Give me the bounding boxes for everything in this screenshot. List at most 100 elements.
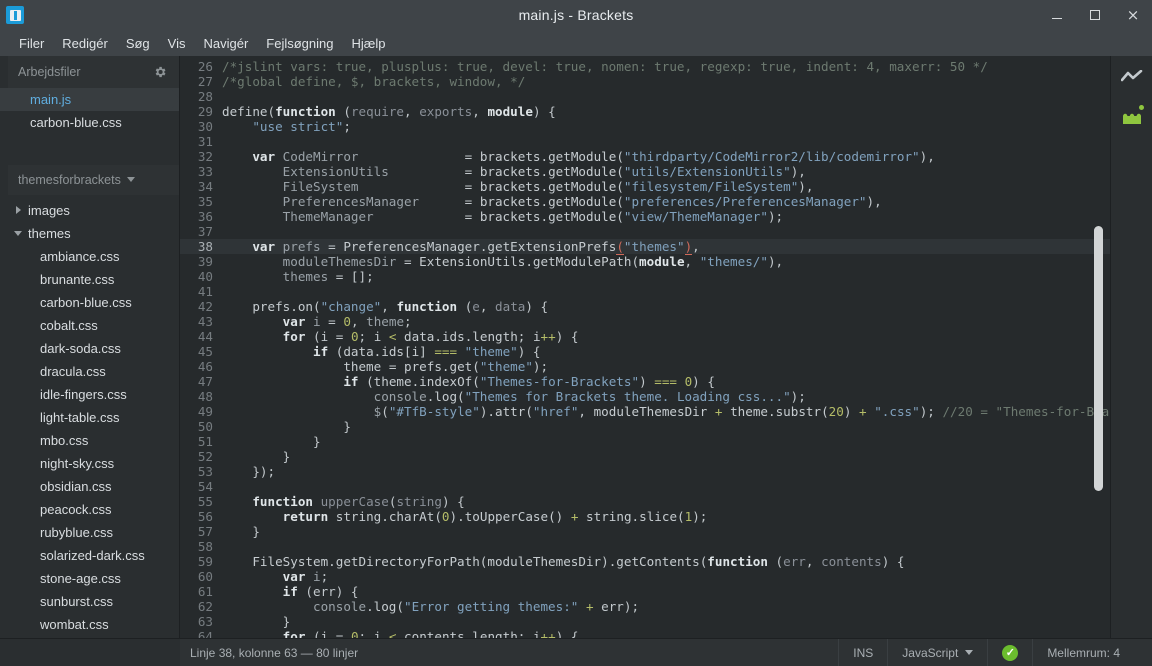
code-line[interactable]: 45 if (data.ids[i] === "theme") { xyxy=(180,344,1110,359)
code-line[interactable]: 39 moduleThemesDir = ExtensionUtils.getM… xyxy=(180,254,1110,269)
tree-file-peacock-css[interactable]: peacock.css xyxy=(0,498,179,521)
code-line[interactable]: 58 xyxy=(180,539,1110,554)
code-line[interactable]: 31 xyxy=(180,134,1110,149)
tree-item-label: ambiance.css xyxy=(40,248,120,264)
code-line[interactable]: 61 if (err) { xyxy=(180,584,1110,599)
code-line[interactable]: 38 var prefs = PreferencesManager.getExt… xyxy=(180,239,1110,255)
lint-status-button[interactable]: ✓ xyxy=(987,639,1032,666)
code-line[interactable]: 35 PreferencesManager = brackets.getModu… xyxy=(180,194,1110,209)
code-line[interactable]: 48 console.log("Themes for Brackets them… xyxy=(180,389,1110,404)
code-line[interactable]: 33 ExtensionUtils = brackets.getModule("… xyxy=(180,164,1110,179)
code-line[interactable]: 42 prefs.on("change", function (e, data)… xyxy=(180,299,1110,314)
tree-file-dark-soda-css[interactable]: dark-soda.css xyxy=(0,337,179,360)
line-number: 57 xyxy=(197,524,213,539)
code-line[interactable]: 53 }); xyxy=(180,464,1110,479)
live-preview-lightning-icon[interactable] xyxy=(1119,64,1145,90)
tree-folder-themes[interactable]: themes xyxy=(0,222,179,245)
overwrite-mode-button[interactable]: INS xyxy=(838,639,887,666)
tree-file-solarized-dark-css[interactable]: solarized-dark.css xyxy=(0,544,179,567)
working-file-carbon-blue-css[interactable]: carbon-blue.css xyxy=(0,111,179,134)
code-line[interactable]: 52 } xyxy=(180,449,1110,464)
code-line[interactable]: 59 FileSystem.getDirectoryForPath(module… xyxy=(180,554,1110,569)
working-files-title: Arbejdsfiler xyxy=(18,65,81,79)
code-line[interactable]: 44 for (i = 0; i < data.ids.length; i++)… xyxy=(180,329,1110,344)
tree-file-obsidian-css[interactable]: obsidian.css xyxy=(0,475,179,498)
menu-item-rediger[interactable]: Redigér xyxy=(53,33,117,54)
menu-item-naviger[interactable]: Navigér xyxy=(194,33,257,54)
project-header[interactable]: themesforbrackets xyxy=(0,164,179,195)
tree-item-label: carbon-blue.css xyxy=(40,294,132,310)
line-number: 46 xyxy=(197,359,213,374)
tree-file-wombat-css[interactable]: wombat.css xyxy=(0,613,179,636)
code-line-text: /*global define, $, brackets, window, */ xyxy=(222,74,526,89)
tree-file-ambiance-css[interactable]: ambiance.css xyxy=(0,245,179,268)
indent-setting-button[interactable]: Mellemrum: 4 xyxy=(1032,639,1134,666)
code-line[interactable]: 50 } xyxy=(180,419,1110,434)
code-line[interactable]: 28 xyxy=(180,89,1110,104)
code-line[interactable]: 26 /*jslint vars: true, plusplus: true, d… xyxy=(180,59,1110,74)
code-line[interactable]: 34 FileSystem = brackets.getModule("file… xyxy=(180,179,1110,194)
tree-file-night-sky-css[interactable]: night-sky.css xyxy=(0,452,179,475)
code-line-text: }); xyxy=(222,464,276,479)
code-line[interactable]: 64 for (i = 0; i < contents.length; i++)… xyxy=(180,629,1110,638)
code-line[interactable]: 37 xyxy=(180,224,1110,239)
code-editor[interactable]: 26 /*jslint vars: true, plusplus: true, d… xyxy=(180,56,1110,638)
code-line[interactable]: 54 xyxy=(180,479,1110,494)
code-line[interactable]: 36 ThemeManager = brackets.getModule("vi… xyxy=(180,209,1110,224)
code-line[interactable]: 29 define(function (require, exports, mod… xyxy=(180,104,1110,119)
line-number: 49 xyxy=(197,404,213,419)
code-line-text: } xyxy=(222,434,321,449)
tree-file-mbo-css[interactable]: mbo.css xyxy=(0,429,179,452)
code-line[interactable]: 51 } xyxy=(180,434,1110,449)
code-line[interactable]: 63 } xyxy=(180,614,1110,629)
code-line[interactable]: 27 /*global define, $, brackets, window, … xyxy=(180,74,1110,89)
tree-file-brunante-css[interactable]: brunante.css xyxy=(0,268,179,291)
code-line[interactable]: 56 return string.charAt(0).toUpperCase()… xyxy=(180,509,1110,524)
code-line[interactable]: 40 themes = []; xyxy=(180,269,1110,284)
code-line[interactable]: 46 theme = prefs.get("theme"); xyxy=(180,359,1110,374)
code-line-text xyxy=(222,89,1110,104)
code-line[interactable]: 62 console.log("Error getting themes:" +… xyxy=(180,599,1110,614)
code-line-text: moduleThemesDir = ExtensionUtils.getModu… xyxy=(222,254,784,269)
code-line[interactable]: 57 } xyxy=(180,524,1110,539)
code-line[interactable]: 49 $("#TfB-style").attr("href", moduleTh… xyxy=(180,404,1110,419)
editor-vertical-scrollbar[interactable] xyxy=(1094,226,1103,491)
code-line[interactable]: 30 "use strict"; xyxy=(180,119,1110,134)
tree-file-light-table-css[interactable]: light-table.css xyxy=(0,406,179,429)
menu-item-vis[interactable]: Vis xyxy=(159,33,195,54)
maximize-button[interactable] xyxy=(1076,0,1114,30)
tree-file-zenburn-css[interactable]: zenburn.css xyxy=(0,636,179,638)
menu-item-fejlsogning[interactable]: Fejlsøgning xyxy=(257,33,342,54)
code-line[interactable]: 43 var i = 0, theme; xyxy=(180,314,1110,329)
tree-file-sunburst-css[interactable]: sunburst.css xyxy=(0,590,179,613)
language-selector[interactable]: JavaScript xyxy=(887,639,987,666)
chevron-down-icon xyxy=(14,228,24,238)
code-line[interactable]: 41 xyxy=(180,284,1110,299)
gear-icon[interactable] xyxy=(153,65,167,79)
code-line[interactable]: 60 var i; xyxy=(180,569,1110,584)
extension-manager-icon[interactable] xyxy=(1119,104,1145,130)
working-file-main-js[interactable]: main.js xyxy=(0,88,179,111)
close-button[interactable]: × xyxy=(1114,0,1152,30)
menu-item-filer[interactable]: Filer xyxy=(10,33,53,54)
tree-file-dracula-css[interactable]: dracula.css xyxy=(0,360,179,383)
line-number: 36 xyxy=(197,209,213,224)
tree-file-carbon-blue-css[interactable]: carbon-blue.css xyxy=(0,291,179,314)
menu-item-sog[interactable]: Søg xyxy=(117,33,159,54)
tree-file-rubyblue-css[interactable]: rubyblue.css xyxy=(0,521,179,544)
tree-file-cobalt-css[interactable]: cobalt.css xyxy=(0,314,179,337)
code-lines[interactable]: 26 /*jslint vars: true, plusplus: true, d… xyxy=(180,56,1110,638)
window-controls: × xyxy=(1038,0,1152,30)
minimize-button[interactable] xyxy=(1038,0,1076,30)
code-line[interactable]: 47 if (theme.indexOf("Themes-for-Bracket… xyxy=(180,374,1110,389)
tree-folder-images[interactable]: images xyxy=(0,199,179,222)
line-number: 41 xyxy=(197,284,213,299)
chevron-down-icon xyxy=(965,650,974,655)
code-line[interactable]: 55 function upperCase(string) { xyxy=(180,494,1110,509)
menu-item-hjaelp[interactable]: Hjælp xyxy=(342,33,394,54)
tree-file-stone-age-css[interactable]: stone-age.css xyxy=(0,567,179,590)
tree-file-idle-fingers-css[interactable]: idle-fingers.css xyxy=(0,383,179,406)
main-body: Arbejdsfiler main.js carbon-blue.css the… xyxy=(0,56,1152,638)
code-line[interactable]: 32 var CodeMirror = brackets.getModule("… xyxy=(180,149,1110,164)
code-line-text: } xyxy=(222,524,260,539)
